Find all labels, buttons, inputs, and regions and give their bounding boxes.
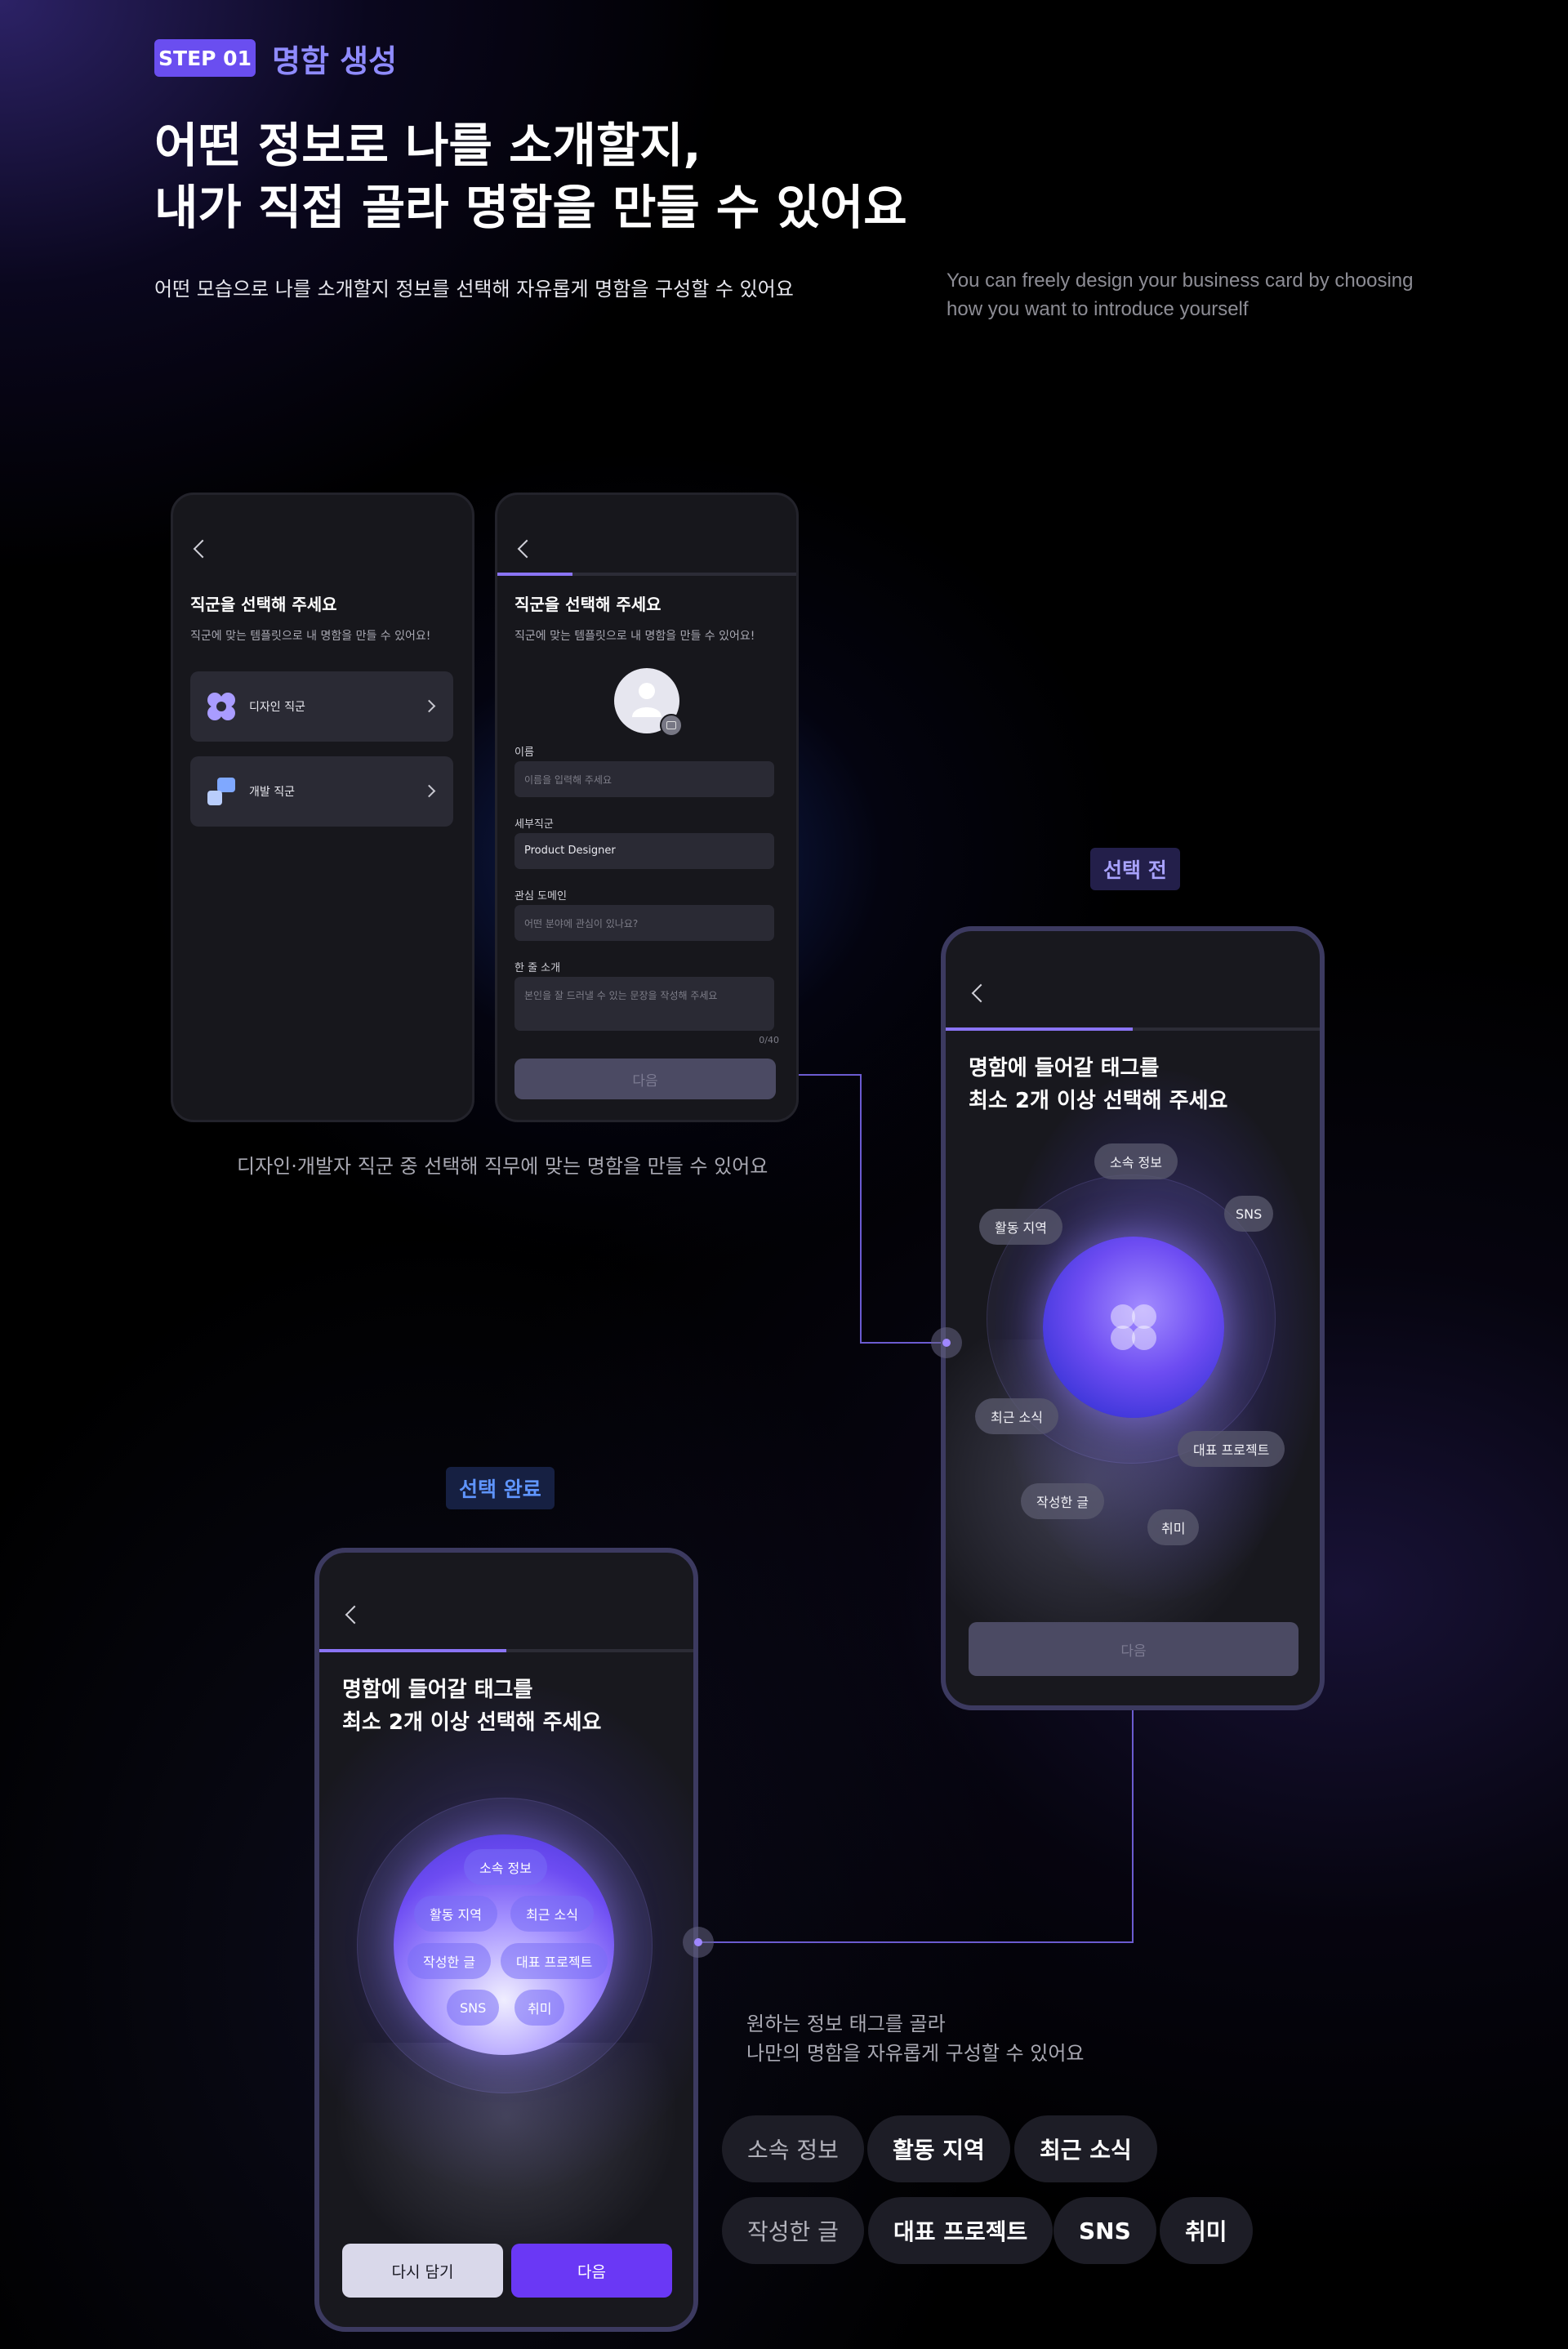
page-title: 명함에 들어갈 태그를 최소 2개 이상 선택해 주세요 — [342, 1678, 602, 1735]
tag-hobby[interactable]: 취미 — [514, 1990, 565, 2026]
next-button[interactable]: 다음 — [511, 2244, 672, 2298]
tag-chip: 대표 프로젝트 — [868, 2197, 1054, 2264]
camera-icon[interactable] — [660, 714, 683, 737]
tag-chip: 활동 지역 — [867, 2115, 1010, 2182]
phone-tags-before: 명함에 들어갈 태그를 최소 2개 이상 선택해 주세요 소속 정보 SNS 활… — [941, 926, 1325, 1710]
phone-job-select: 직군을 선택해 주세요 직군에 맞는 템플릿으로 내 명함을 만들 수 있어요!… — [171, 493, 474, 1122]
connector-node — [931, 1327, 962, 1358]
center-orb — [1043, 1237, 1224, 1418]
connector-line-before-to-after — [698, 1700, 1134, 1943]
retry-button[interactable]: 다시 담기 — [342, 2244, 503, 2298]
chevron-right-icon — [422, 699, 436, 713]
page-subtitle: 직군에 맞는 템플릿으로 내 명함을 만들 수 있어요! — [514, 630, 755, 643]
intro-label: 한 줄 소개 — [514, 962, 561, 974]
job-option-label: 디자인 직군 — [249, 701, 305, 714]
page-subtitle: 직군에 맞는 템플릿으로 내 명함을 만들 수 있어요! — [190, 630, 431, 643]
tag-project[interactable]: 대표 프로젝트 — [1178, 1431, 1285, 1467]
connector-node — [683, 1927, 714, 1958]
tag-news[interactable]: 최근 소식 — [975, 1398, 1058, 1434]
tag-sns[interactable]: SNS — [1224, 1196, 1274, 1232]
domain-field[interactable]: 어떤 분야에 관심이 있나요? — [514, 905, 774, 941]
progress-bar — [497, 573, 796, 576]
tag-hobby[interactable]: 취미 — [1147, 1509, 1200, 1545]
avatar[interactable] — [614, 668, 683, 737]
tag-region[interactable]: 활동 지역 — [979, 1209, 1062, 1245]
role-label: 세부직군 — [514, 818, 554, 831]
intro-char-count: 0/40 — [759, 1035, 779, 1045]
phone-tags-after: 명함에 들어갈 태그를 최소 2개 이상 선택해 주세요 소속 정보 활동 지역… — [314, 1548, 698, 2332]
phone-profile-form: 직군을 선택해 주세요 직군에 맞는 템플릿으로 내 명함을 만들 수 있어요!… — [495, 493, 799, 1122]
person-icon — [632, 683, 662, 717]
progress-fill — [319, 1649, 506, 1652]
connector-line-form-to-before — [796, 1074, 947, 1344]
tag-chip: 작성한 글 — [722, 2197, 864, 2264]
job-caption: 디자인·개발자 직군 중 선택해 직무에 맞는 명함을 만들 수 있어요 — [237, 1155, 768, 1178]
tag-posts[interactable]: 작성한 글 — [1021, 1483, 1104, 1519]
domain-label: 관심 도메인 — [514, 890, 567, 903]
tags-caption: 원하는 정보 태그를 골라 나만의 명함을 자유롭게 구성할 수 있어요 — [746, 2012, 1085, 2065]
job-option-label: 개발 직군 — [249, 786, 295, 799]
flower-icon — [1111, 1304, 1156, 1350]
name-label: 이름 — [514, 747, 534, 759]
tag-project[interactable]: 대표 프로젝트 — [501, 1943, 608, 1979]
job-option-dev[interactable]: 개발 직군 — [190, 756, 453, 827]
tag-chip: 소속 정보 — [722, 2115, 864, 2182]
tag-chip: SNS — [1054, 2197, 1156, 2264]
next-button[interactable]: 다음 — [514, 1059, 776, 1099]
chevron-right-icon — [422, 784, 436, 798]
connector-lines — [698, 1074, 1134, 1943]
name-field[interactable]: 이름을 입력해 주세요 — [514, 761, 774, 797]
progress-bar — [319, 1649, 693, 1652]
progress-fill — [497, 573, 572, 576]
next-button[interactable]: 다음 — [969, 1622, 1298, 1676]
back-icon[interactable] — [345, 1605, 364, 1625]
page-title: 직군을 선택해 주세요 — [190, 595, 337, 614]
after-badge: 선택 완료 — [446, 1467, 555, 1509]
back-icon[interactable] — [971, 983, 991, 1003]
progress-bar — [946, 1027, 1320, 1031]
tag-chip: 취미 — [1160, 2197, 1253, 2264]
intro-field[interactable]: 본인을 잘 드러낼 수 있는 문장을 작성해 주세요 — [514, 977, 774, 1031]
progress-fill — [946, 1027, 1133, 1031]
back-icon[interactable] — [193, 539, 212, 559]
tag-news[interactable]: 최근 소식 — [510, 1896, 594, 1932]
role-field[interactable]: Product Designer — [514, 833, 774, 869]
blocks-icon — [207, 778, 235, 805]
page-title: 직군을 선택해 주세요 — [514, 595, 662, 614]
tag-region[interactable]: 활동 지역 — [414, 1896, 497, 1932]
page-title: 명함에 들어갈 태그를 최소 2개 이상 선택해 주세요 — [969, 1056, 1228, 1113]
back-icon[interactable] — [517, 539, 537, 559]
tag-affiliation[interactable]: 소속 정보 — [1094, 1143, 1178, 1179]
job-option-design[interactable]: 디자인 직군 — [190, 671, 453, 742]
before-badge: 선택 전 — [1090, 848, 1180, 890]
flower-icon — [207, 693, 235, 720]
tag-sns[interactable]: SNS — [447, 1990, 500, 2026]
tag-affiliation[interactable]: 소속 정보 — [464, 1849, 547, 1885]
tag-posts[interactable]: 작성한 글 — [408, 1943, 491, 1979]
tag-chip: 최근 소식 — [1014, 2115, 1157, 2182]
